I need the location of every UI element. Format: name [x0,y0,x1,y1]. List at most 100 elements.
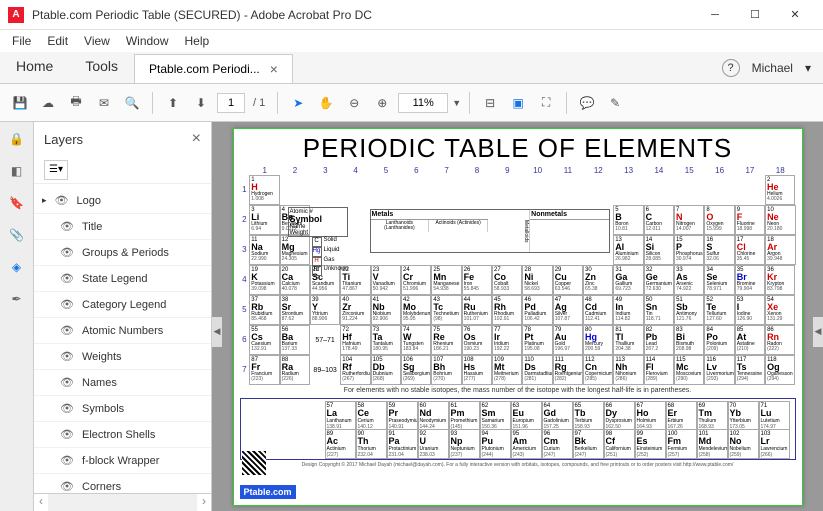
layer-item[interactable]: 👁f-block Wrapper [34,448,211,474]
collapse-right-icon[interactable]: ◀ [813,317,823,347]
eye-icon[interactable]: 👁 [60,220,74,234]
hand-icon[interactable]: ✋ [314,91,338,115]
page-input[interactable] [217,93,245,113]
eye-icon[interactable]: 👁 [60,454,74,468]
layer-item[interactable]: 👁Title [34,214,211,240]
ptable-logo: Ptable.com [240,485,296,499]
save-icon[interactable]: 💾 [8,91,32,115]
element-cell: 88RaRadium(226) [280,355,310,385]
close-button[interactable]: ✕ [775,0,815,30]
layer-item[interactable]: 👁Atomic Numbers [34,318,211,344]
tab-tools[interactable]: Tools [69,52,134,83]
document-area[interactable]: ◀ ◀ PERIODIC TABLE OF ELEMENTS 123456789… [212,122,823,511]
collapse-left-icon[interactable]: ◀ [212,317,222,347]
nav-rail: 🔒 ◧ 🔖 📎 ◈ ✒ [0,122,34,511]
layer-label: Logo [77,195,101,207]
menu-window[interactable]: Window [118,32,177,50]
layers-options-button[interactable]: ☰▾ [44,160,68,180]
element-cell: 77IrIridium192.22 [492,325,522,355]
comment-icon[interactable]: 💬 [575,91,599,115]
lock-icon[interactable]: 🔒 [8,130,26,148]
eye-icon[interactable]: 👁 [60,298,74,312]
help-button[interactable]: ? [722,59,740,77]
pdf-page: PERIODIC TABLE OF ELEMENTS 1234567891011… [233,128,803,506]
layer-item[interactable]: 👁Corners [34,474,211,493]
element-cell: 60NdNeodymium144.24 [418,401,449,431]
eye-icon[interactable]: 👁 [60,272,74,286]
layer-label: Category Legend [82,299,166,311]
layer-item[interactable]: 👁State Legend [34,266,211,292]
eye-icon[interactable]: 👁 [55,194,69,208]
element-cell: 75ReRhenium186.21 [431,325,461,355]
eye-icon[interactable]: 👁 [60,350,74,364]
pointer-icon[interactable]: ➤ [286,91,310,115]
layer-item[interactable]: 👁Symbols [34,396,211,422]
page-up-icon[interactable]: ⬆ [161,91,185,115]
page-down-icon[interactable]: ⬇ [189,91,213,115]
attachments-icon[interactable]: 📎 [8,226,26,244]
print-icon[interactable]: 🖶 [64,91,88,115]
minimize-button[interactable]: ─ [695,0,735,30]
eye-icon[interactable]: 👁 [60,428,74,442]
periodic-table: Atomic # Symbol Name Weight CSolidHgLiqu… [240,175,796,385]
layer-item[interactable]: ▸👁Logo [34,188,211,214]
eye-icon[interactable]: 👁 [60,480,74,494]
thumbnails-icon[interactable]: ◧ [8,162,26,180]
zoom-out-icon[interactable]: ⊖ [342,91,366,115]
email-icon[interactable]: ✉ [92,91,116,115]
element-cell: 94PuPlutonium(244) [480,429,511,459]
menu-file[interactable]: File [4,32,39,50]
menu-view[interactable]: View [76,32,118,50]
element-cell: 79AuGold196.97 [553,325,583,355]
element-cell: 7NNitrogen14.007 [674,205,704,235]
zoom-in-icon[interactable]: ⊕ [370,91,394,115]
search-icon[interactable]: 🔍 [120,91,144,115]
highlight-icon[interactable]: ✎ [603,91,627,115]
layer-item[interactable]: 👁Weights [34,344,211,370]
menu-help[interactable]: Help [177,32,218,50]
element-cell: 20CaCalcium40.078 [280,265,310,295]
element-cell: 61PmPromethium(145) [449,401,480,431]
window-title: Ptable.com Periodic Table (SECURED) - Ad… [32,8,695,22]
tab-home[interactable]: Home [0,52,69,83]
element-cell: 44RuRuthenium101.07 [462,295,492,325]
element-cell: 105DbDubnium(268) [371,355,401,385]
layer-item[interactable]: 👁Names [34,370,211,396]
element-cell: 62SmSamarium150.36 [480,401,511,431]
user-menu-chevron-icon[interactable]: ▾ [805,61,811,75]
layers-close-icon[interactable]: × [192,130,201,148]
layer-item[interactable]: 👁 Category Legend [34,292,211,318]
eye-icon[interactable]: 👁 [60,376,74,390]
element-cell: 67HoHolmium164.93 [635,401,666,431]
menubar: File Edit View Window Help [0,30,823,52]
tab-document-label: Ptable.com Periodi... [149,62,260,76]
element-cell: 107BhBohrium(270) [431,355,461,385]
fit-page-icon[interactable]: ▣ [506,91,530,115]
element-cell: 1HHydrogen1.008 [249,175,279,205]
zoom-input[interactable] [398,93,448,113]
element-cell: 26FeIron55.845 [462,265,492,295]
layers-icon[interactable]: ◈ [8,258,26,276]
bookmarks-icon[interactable]: 🔖 [8,194,26,212]
reading-mode-icon[interactable]: ⛶ [534,91,558,115]
layer-item[interactable]: 👁Electron Shells [34,422,211,448]
layers-scrollbar[interactable]: ‹› [34,493,211,511]
element-cell: 46PdPalladium106.42 [522,295,552,325]
fit-width-icon[interactable]: ⊟ [478,91,502,115]
tab-close-icon[interactable]: × [270,61,278,77]
user-menu[interactable]: Michael [752,61,793,75]
element-cell: 63EuEuropium151.96 [511,401,542,431]
element-cell: 11NaSodium22.990 [249,235,279,265]
element-cell: 66DyDysprosium162.50 [604,401,635,431]
menu-edit[interactable]: Edit [39,32,76,50]
cloud-icon[interactable]: ☁ [36,91,60,115]
signatures-icon[interactable]: ✒ [8,290,26,308]
element-cell: 58CeCerium140.12 [356,401,387,431]
tab-document[interactable]: Ptable.com Periodi... × [134,54,293,83]
maximize-button[interactable]: ☐ [735,0,775,30]
eye-icon[interactable]: 👁 [60,402,74,416]
eye-icon[interactable]: 👁 [60,246,74,260]
eye-icon[interactable]: 👁 [60,324,74,338]
zoom-chevron-icon[interactable]: ▼ [452,98,461,108]
layer-item[interactable]: 👁Groups & Periods [34,240,211,266]
